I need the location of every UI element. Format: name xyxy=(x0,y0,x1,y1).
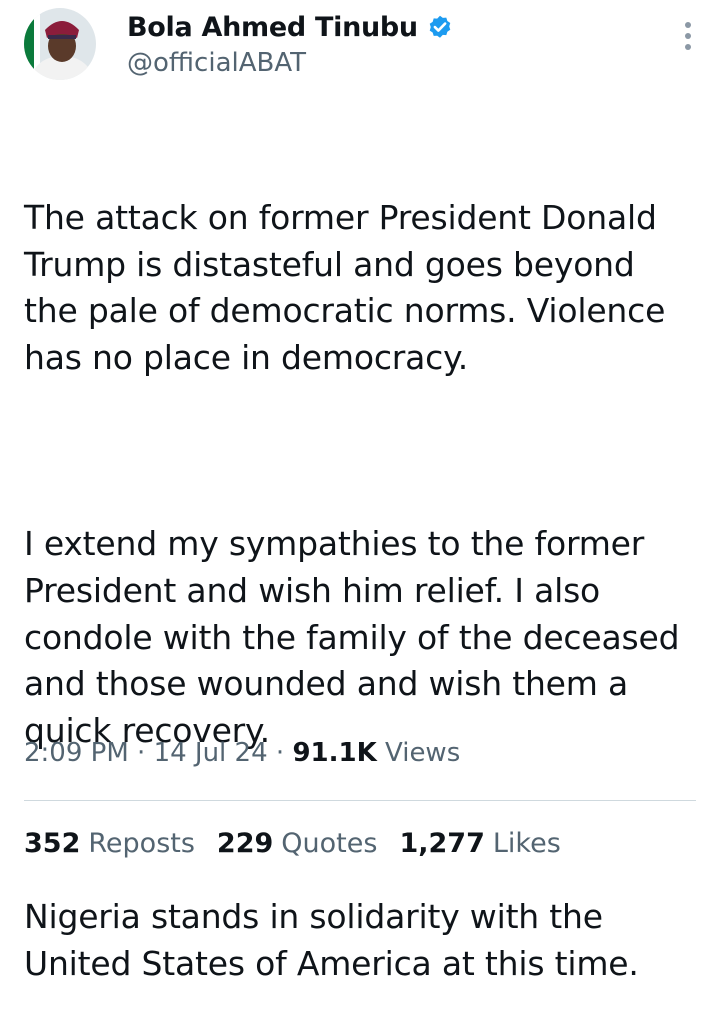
avatar[interactable] xyxy=(24,8,96,80)
quotes-count: 229 xyxy=(216,828,274,859)
divider xyxy=(24,800,696,801)
likes-count: 1,277 xyxy=(399,828,485,859)
tweet-header: Bola Ahmed Tinubu @officialABAT xyxy=(24,6,700,86)
views-count[interactable]: 91.1K xyxy=(292,738,376,768)
reposts-count: 352 xyxy=(24,828,81,859)
display-name[interactable]: Bola Ahmed Tinubu xyxy=(127,12,418,43)
likes-label: Likes xyxy=(492,828,561,859)
quotes-label: Quotes xyxy=(281,828,378,859)
tweet-paragraph: The attack on former President Donald Tr… xyxy=(24,198,666,377)
profile-photo-icon xyxy=(24,8,96,80)
tweet-date[interactable]: 14 Jul 24 xyxy=(154,738,268,768)
likes-stat[interactable]: 1,277 Likes xyxy=(399,828,560,859)
display-name-row: Bola Ahmed Tinubu xyxy=(127,12,454,43)
views-label[interactable]: Views xyxy=(385,738,460,768)
user-handle[interactable]: @officialABAT xyxy=(127,48,306,78)
meta-separator: · xyxy=(137,738,146,768)
reposts-stat[interactable]: 352 Reposts xyxy=(24,828,195,859)
reposts-label: Reposts xyxy=(88,828,195,859)
tweet-time[interactable]: 2:09 PM xyxy=(24,738,129,768)
tweet-text: The attack on former President Donald Tr… xyxy=(24,102,704,1034)
more-options-icon[interactable] xyxy=(684,22,692,58)
verified-badge-icon xyxy=(426,14,454,42)
quotes-stat[interactable]: 229 Quotes xyxy=(217,828,378,859)
engagement-stats: 352 Reposts 229 Quotes 1,277 Likes xyxy=(24,828,561,859)
tweet-paragraph: I extend my sympathies to the former Pre… xyxy=(24,524,680,750)
tweet-meta: 2:09 PM · 14 Jul 24 · 91.1K Views xyxy=(24,738,460,768)
tweet-paragraph: Nigeria stands in solidarity with the Un… xyxy=(24,897,639,983)
meta-separator: · xyxy=(275,738,285,768)
